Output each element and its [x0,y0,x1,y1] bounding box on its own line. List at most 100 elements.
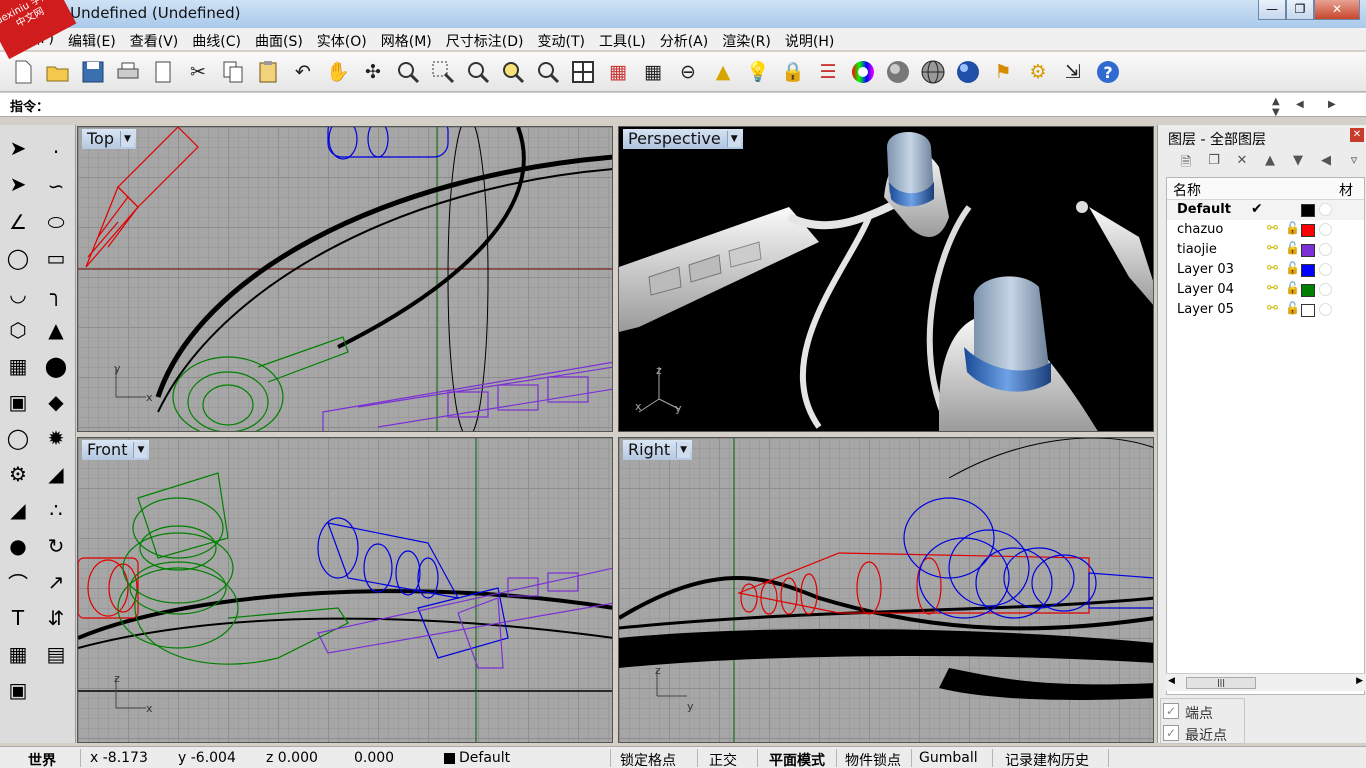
layer-color-swatch[interactable] [1301,304,1315,317]
explode-icon[interactable]: ✹ [40,423,72,453]
layer-row[interactable]: tiaojie ⚯ 🔓 [1167,240,1364,260]
panel-close-icon[interactable]: ✕ [1350,128,1364,142]
scroll-thumb[interactable]: ||| [1186,677,1256,689]
layer-name[interactable]: tiaojie [1177,242,1217,257]
viewport-menu-arrow-icon[interactable]: ▼ [120,131,134,147]
curve-from-object-icon[interactable]: ⌒ [2,567,34,597]
light-bulb-icon[interactable]: ⚯ [1267,261,1278,276]
select-points-icon[interactable]: ▲ [708,57,738,87]
layer-material-icon[interactable] [1319,283,1332,296]
layer-color-swatch[interactable] [1301,244,1315,257]
analysis-icon[interactable]: ▤ [40,639,72,669]
gumball-toggle[interactable]: Gumball [919,750,978,766]
undo-view-icon[interactable] [533,57,563,87]
history-toggle[interactable]: 记录建构历史 [1005,750,1089,768]
osnap-end-option[interactable]: ✓ 端点 [1161,701,1244,722]
layer-row[interactable]: Layer 03 ⚯ 🔓 [1167,260,1364,280]
command-scroll-right-icon[interactable]: ▶ [1328,99,1336,110]
light-bulb-icon[interactable]: 💡 [743,57,773,87]
layer-name[interactable]: Layer 05 [1177,302,1234,317]
zoom-window-icon[interactable] [428,57,458,87]
flag-icon[interactable]: ⚑ [988,57,1018,87]
spheres-icon[interactable]: ⬤ [40,351,72,381]
circle-icon[interactable]: ◯ [2,243,34,273]
rotate-view-icon[interactable]: ✣ [358,57,388,87]
new-sublayer-icon[interactable]: ❐ [1200,153,1228,175]
layer-material-icon[interactable] [1319,223,1332,236]
fillet-curve-icon[interactable]: ╮ [40,279,72,309]
light-bulb-icon[interactable]: ⚯ [1267,241,1278,256]
osnap-near-option[interactable]: ✓ 最近点 [1161,723,1244,744]
layer-icon[interactable]: ☰ [813,57,843,87]
viewport-menu-arrow-icon[interactable]: ▼ [133,442,148,458]
layer-row[interactable]: Layer 04 ⚯ 🔓 [1167,280,1364,300]
surface-icon[interactable]: ▲ [40,315,72,345]
planar-toggle[interactable]: 平面模式 [769,750,825,768]
osnap-near-checkbox[interactable]: ✓ [1163,725,1179,741]
status-layer[interactable]: Default [459,750,510,766]
properties-icon[interactable] [148,57,178,87]
lock-icon[interactable]: 🔒 [778,57,808,87]
layer-material-icon[interactable] [1319,263,1332,276]
layer-row[interactable]: Default ✔ [1167,200,1364,220]
menu-render[interactable]: 渲染(R) [715,28,778,50]
viewport-menu-arrow-icon[interactable]: ▼ [726,131,741,147]
box-icon[interactable]: ▣ [2,387,34,417]
ortho-toggle[interactable]: 正交 [709,750,737,768]
grid-icon[interactable]: ▦ [638,57,668,87]
array-icon[interactable]: ▦ [2,639,34,669]
layer-color-swatch[interactable] [1301,264,1315,277]
grid-snap-toggle[interactable]: 锁定格点 [620,750,676,768]
render-box-icon[interactable]: ▣ [2,675,34,705]
scroll-left-icon[interactable]: ◀ [1168,676,1175,686]
light-bulb-icon[interactable]: ⚯ [1267,281,1278,296]
menu-curve[interactable]: 曲线(C) [185,28,248,50]
new-file-icon[interactable] [8,57,38,87]
layer-material-icon[interactable] [1319,203,1332,216]
layer-material-icon[interactable] [1319,243,1332,256]
menu-view[interactable]: 查看(V) [123,28,186,50]
copy-icon[interactable] [218,57,248,87]
minimize-button[interactable]: — [1258,0,1286,20]
unlock-icon[interactable]: 🔓 [1285,241,1300,255]
open-folder-icon[interactable] [43,57,73,87]
wireframe-sphere-icon[interactable] [918,57,948,87]
four-viewports-icon[interactable] [568,57,598,87]
arc-icon[interactable]: ◡ [2,279,34,309]
viewport-menu-arrow-icon[interactable]: ▼ [676,442,691,458]
new-layer-icon[interactable]: 🗎 [1172,153,1200,175]
menu-surface[interactable]: 曲面(S) [248,28,310,50]
help-icon[interactable]: ? [1093,57,1123,87]
light-bulb-icon[interactable]: ⚯ [1267,301,1278,316]
layer-name[interactable]: Default [1177,202,1231,217]
menu-help[interactable]: 说明(H) [778,28,841,50]
car-icon[interactable]: ▦ [603,57,633,87]
trim-icon[interactable]: ◢ [40,459,72,489]
layer-name[interactable]: chazuo [1177,222,1223,237]
menu-transform[interactable]: 变动(T) [530,28,591,50]
color-wheel-icon[interactable] [848,57,878,87]
layer-row[interactable]: chazuo ⚯ 🔓 [1167,220,1364,240]
viewport-front-label[interactable]: Front ▼ [82,440,150,460]
layer-name[interactable]: Layer 04 [1177,282,1234,297]
zoom-selected-icon[interactable] [498,57,528,87]
light-bulb-icon[interactable]: ⚯ [1267,221,1278,236]
layer-row[interactable]: Layer 05 ⚯ 🔓 [1167,300,1364,320]
shaded-sphere-icon[interactable] [883,57,913,87]
cylinder-icon[interactable]: ◯ [2,423,34,453]
text-icon[interactable]: T [2,603,34,633]
delete-layer-icon[interactable]: ✕ [1228,153,1256,175]
viewport-perspective[interactable]: Perspective ▼ z x y [618,126,1154,432]
mirror-icon[interactable]: ⇵ [40,603,72,633]
group-icon[interactable]: ∴ [40,495,72,525]
join-icon[interactable]: ⚙ [2,459,34,489]
current-layer-check[interactable]: ✔ [1251,201,1263,217]
dimension-icon[interactable]: ⇲ [1058,57,1088,87]
viewport-front[interactable]: Front ▼ z x [77,437,613,743]
move-out-icon[interactable]: ◀ [1312,153,1340,175]
rotate-icon[interactable]: ↻ [40,531,72,561]
scale-icon[interactable]: ↗ [40,567,72,597]
point-icon[interactable]: · [40,137,72,167]
maximize-button[interactable]: ❐ [1286,0,1314,20]
layer-color-swatch[interactable] [1301,204,1315,217]
